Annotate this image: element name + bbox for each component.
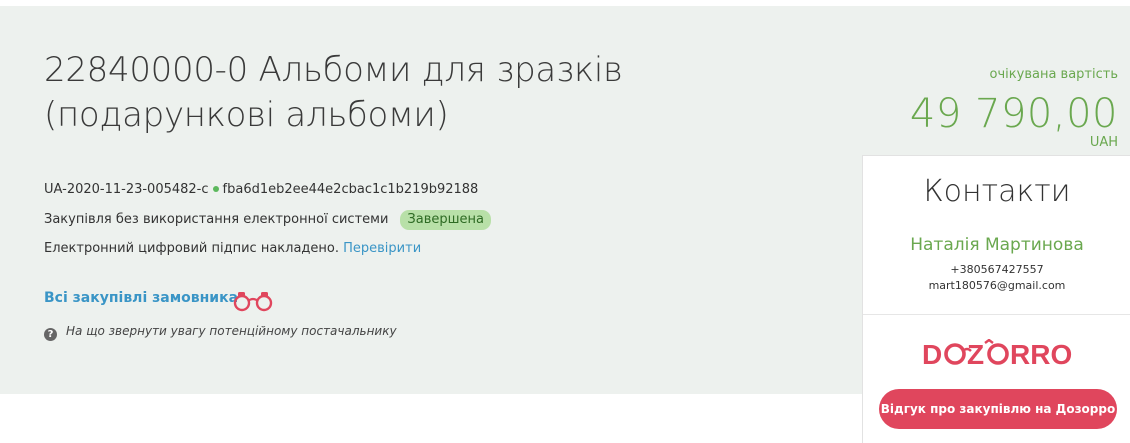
supplier-note-row[interactable]: ? На що звернути увагу потенційному поста… — [44, 324, 397, 341]
expected-value-label: очікувана вартість — [989, 67, 1118, 82]
tender-ids: UA-2020-11-23-005482-c fba6d1eb2ee44e2cba… — [44, 182, 478, 197]
contact-email: mart180576@gmail.com — [928, 279, 1066, 292]
svg-text:Z: Z — [967, 339, 984, 369]
question-icon: ? — [44, 328, 57, 341]
contact-phone: +380567427557 — [950, 263, 1044, 276]
tender-title: 22840000-0 Альбоми для зразків (подарунк… — [44, 50, 623, 135]
dozorro-logo: D Z RRO — [922, 339, 1072, 369]
status-badge: Завершена — [400, 210, 491, 230]
contacts-divider — [863, 314, 1130, 315]
svg-text:RRO: RRO — [1010, 339, 1072, 369]
signature-text: Електронний цифровий підпис накладено. — [44, 241, 339, 256]
verify-signature-link[interactable]: Перевірити — [343, 241, 421, 256]
dozorro-feedback-button[interactable]: Відгук про закупівлю на Дозорро — [879, 389, 1117, 429]
tender-id: UA-2020-11-23-005482-c — [44, 182, 209, 197]
dot-separator-icon — [212, 186, 219, 192]
supplier-note-text: На що звернути увагу потенційному постач… — [66, 324, 397, 338]
signature-row: Електронний цифровий підпис накладено. П… — [44, 241, 421, 256]
all-purchases-row: Всі закупівлі замовника — [44, 290, 238, 306]
binoculars-icon[interactable] — [231, 290, 275, 312]
contacts-card: Контакти Наталія Мартинова +380567427557… — [862, 155, 1130, 443]
all-purchases-link[interactable]: Всі закупівлі замовника — [44, 290, 238, 306]
expected-value-currency: UAH — [1089, 135, 1118, 150]
contact-name: Наталія Мартинова — [910, 235, 1084, 255]
tender-status-row: Закупівля без використання електронної с… — [44, 210, 491, 230]
procedure-type: Закупівля без використання електронної с… — [44, 212, 389, 227]
expected-value-amount: 49 790,00 — [909, 91, 1118, 137]
svg-text:D: D — [922, 339, 942, 369]
contacts-title: Контакти — [923, 174, 1071, 209]
tender-hash: fba6d1eb2ee44e2cbac1c1b219b92188 — [222, 182, 479, 197]
